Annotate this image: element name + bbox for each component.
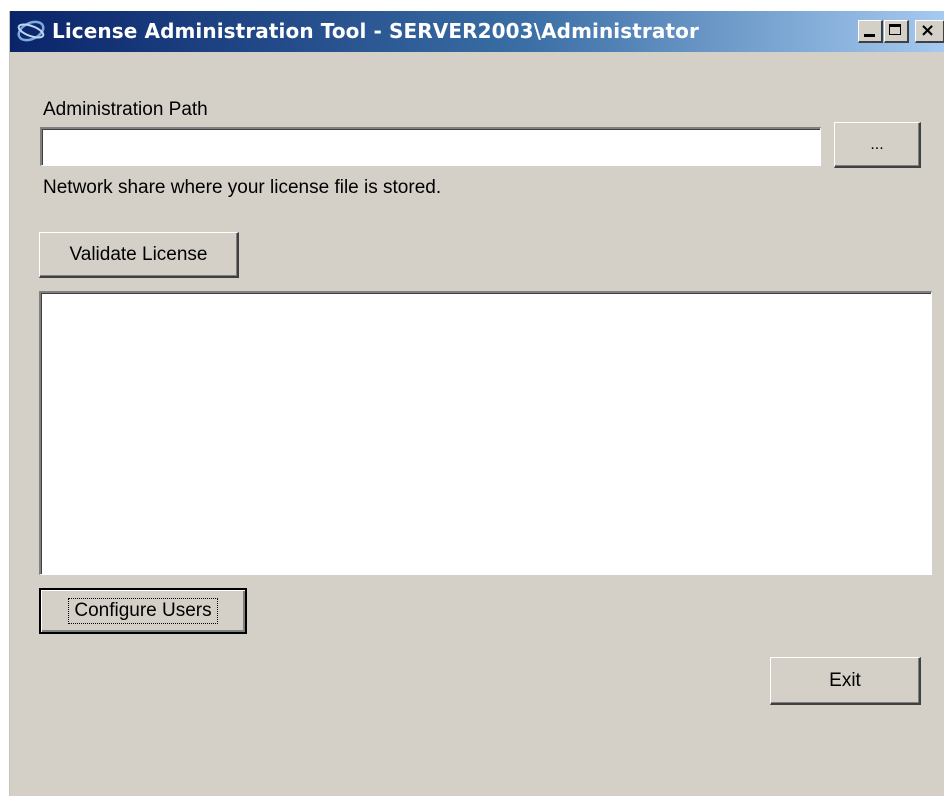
exit-label: Exit: [829, 669, 861, 691]
maximize-icon: [889, 24, 901, 35]
maximize-button[interactable]: [884, 20, 909, 43]
results-listbox[interactable]: [39, 291, 932, 575]
license-admin-window: License Administration Tool - SERVER2003…: [9, 11, 944, 796]
minimize-icon: [864, 34, 875, 37]
administration-path-hint: Network share where your license file is…: [43, 177, 442, 198]
close-icon: ×: [920, 20, 936, 41]
validate-license-button[interactable]: Validate License: [39, 232, 239, 278]
title-bar[interactable]: License Administration Tool - SERVER2003…: [10, 11, 944, 52]
configure-users-label: Configure Users: [68, 598, 218, 624]
configure-users-button[interactable]: Configure Users: [39, 588, 247, 634]
validate-license-label: Validate License: [69, 243, 208, 265]
window-title: License Administration Tool - SERVER2003…: [52, 19, 699, 43]
minimize-button[interactable]: [858, 20, 883, 43]
administration-path-label: Administration Path: [43, 99, 208, 120]
exit-button[interactable]: Exit: [770, 657, 921, 705]
browse-button[interactable]: ...: [834, 122, 921, 168]
app-icon: [17, 20, 45, 42]
close-button[interactable]: ×: [915, 20, 944, 43]
administration-path-input[interactable]: [40, 127, 821, 166]
browse-button-label: ...: [870, 135, 884, 153]
